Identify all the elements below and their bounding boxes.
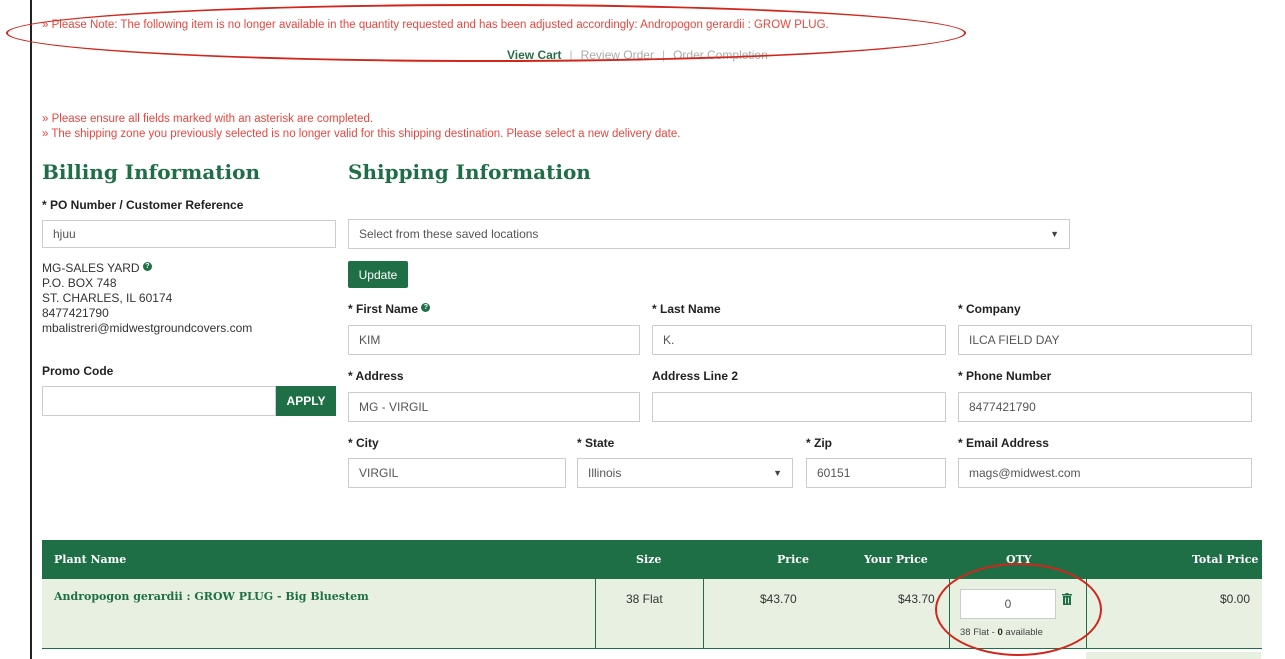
- update-button[interactable]: Update: [348, 261, 408, 288]
- step-order-completion[interactable]: Order Completion: [673, 48, 768, 62]
- header-plant-name: Plant Name: [54, 553, 127, 566]
- saved-locations-value: Select from these saved locations: [359, 227, 539, 241]
- step-review-order[interactable]: Review Order: [581, 48, 654, 62]
- address-input[interactable]: MG - VIRGIL: [348, 392, 640, 422]
- address-line-2-label: Address Line 2: [652, 369, 739, 383]
- billing-name: MG-SALES YARD: [42, 261, 140, 275]
- email-input[interactable]: mags@midwest.com: [958, 458, 1252, 488]
- header-total-price: Total Price: [1192, 553, 1259, 566]
- plant-name-link[interactable]: Andropogon gerardii : GROW PLUG - Big Bl…: [54, 590, 369, 603]
- first-name-label: * First Name ?: [348, 302, 431, 316]
- column-divider: [1086, 579, 1087, 649]
- saved-locations-select[interactable]: Select from these saved locations ▼: [348, 219, 1070, 249]
- apply-promo-button[interactable]: APPLY: [276, 386, 336, 416]
- shipping-title: Shipping Information: [348, 160, 591, 184]
- email-label: * Email Address: [958, 436, 1049, 450]
- cart-table-header: Plant Name Size Price Your Price QTY Tot…: [42, 540, 1262, 579]
- last-name-label: * Last Name: [652, 302, 721, 316]
- address-label: * Address: [348, 369, 404, 383]
- first-name-label-text: * First Name: [348, 302, 419, 316]
- city-input[interactable]: VIRGIL: [348, 458, 566, 488]
- phone-label: * Phone Number: [958, 369, 1052, 383]
- footer-summary-box: [1086, 652, 1261, 659]
- billing-address: MG-SALES YARD ? P.O. BOX 748 ST. CHARLES…: [42, 261, 252, 336]
- first-name-input[interactable]: KIM: [348, 325, 640, 355]
- column-divider: [595, 579, 596, 649]
- billing-email: mbalistreri@midwestgroundcovers.com: [42, 321, 253, 335]
- help-icon[interactable]: ?: [421, 303, 431, 312]
- header-qty: QTY: [1006, 553, 1032, 566]
- step-view-cart[interactable]: View Cart: [507, 48, 561, 62]
- qty-input[interactable]: 0: [960, 589, 1056, 619]
- promo-code-input[interactable]: [42, 386, 276, 416]
- city-label: * City: [348, 436, 379, 450]
- company-input[interactable]: ILCA FIELD DAY: [958, 325, 1252, 355]
- help-icon[interactable]: ?: [142, 262, 152, 271]
- state-label: * State: [577, 436, 615, 450]
- promo-code-label: Promo Code: [42, 364, 114, 378]
- header-price: Price: [777, 553, 809, 566]
- po-number-input[interactable]: hjuu: [42, 220, 336, 248]
- form-alerts: » Please ensure all fields marked with a…: [42, 112, 680, 142]
- trash-icon[interactable]: [1062, 593, 1072, 605]
- billing-city-line: ST. CHARLES, IL 60174: [42, 291, 173, 305]
- column-divider: [949, 579, 950, 649]
- availability-notice: » Please Note: The following item is no …: [42, 19, 829, 31]
- table-row: Andropogon gerardii : GROW PLUG - Big Bl…: [42, 579, 1262, 649]
- row-size: 38 Flat: [626, 592, 663, 606]
- avail-suffix: available: [1002, 627, 1043, 638]
- phone-input[interactable]: 8477421790: [958, 392, 1252, 422]
- checkout-steps: View Cart | Review Order | Order Completion: [507, 48, 768, 62]
- availability-text: 38 Flat - 0 available: [960, 627, 1043, 638]
- step-separator: |: [661, 48, 666, 62]
- alert-required-fields: » Please ensure all fields marked with a…: [42, 113, 374, 125]
- chevron-down-icon: ▼: [1050, 229, 1059, 239]
- state-select[interactable]: Illinois ▼: [577, 458, 793, 488]
- billing-title: Billing Information: [42, 160, 260, 184]
- zip-label: * Zip: [806, 436, 832, 450]
- header-your-price: Your Price: [864, 553, 928, 566]
- last-name-input[interactable]: K.: [652, 325, 946, 355]
- state-value: Illinois: [588, 466, 622, 480]
- column-divider: [703, 579, 704, 649]
- chevron-down-icon: ▼: [773, 468, 782, 478]
- billing-po-box: P.O. BOX 748: [42, 276, 117, 290]
- alert-shipping-zone: » The shipping zone you previously selec…: [42, 128, 681, 140]
- po-number-label: * PO Number / Customer Reference: [42, 198, 244, 212]
- billing-phone: 8477421790: [42, 306, 109, 320]
- row-your-price: $43.70: [898, 592, 935, 606]
- avail-prefix: 38 Flat -: [960, 627, 998, 638]
- address-line-2-input[interactable]: [652, 392, 946, 422]
- row-total-price: $0.00: [1220, 592, 1251, 606]
- step-separator: |: [569, 48, 573, 62]
- zip-input[interactable]: 60151: [806, 458, 946, 488]
- row-price: $43.70: [760, 592, 797, 606]
- company-label: * Company: [958, 302, 1021, 316]
- header-size: Size: [636, 553, 662, 566]
